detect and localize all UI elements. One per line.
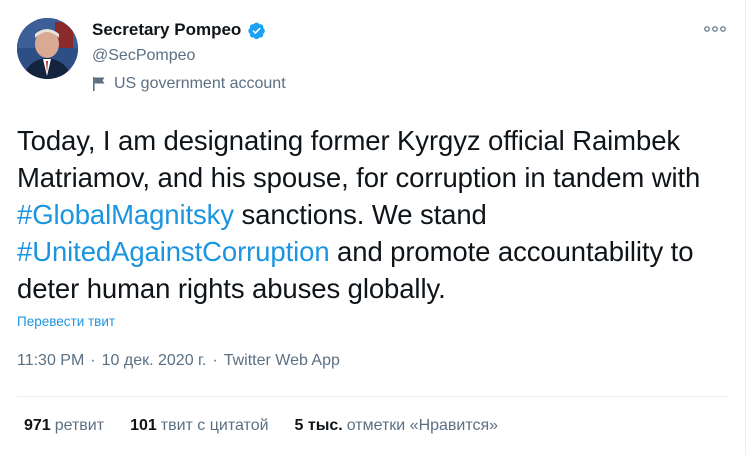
divider bbox=[17, 396, 729, 397]
translate-tweet-link[interactable]: Перевести твит bbox=[17, 314, 115, 329]
avatar[interactable] bbox=[17, 18, 78, 79]
likes-count: 5 тыс. bbox=[294, 417, 343, 434]
tweet-date[interactable]: 10 дек. 2020 г. bbox=[102, 352, 207, 370]
likes-label: отметки «Нравится» bbox=[346, 417, 499, 434]
tweet-time[interactable]: 11:30 PM bbox=[17, 352, 84, 370]
quote-tweets-stat[interactable]: 101 твит с цитатой bbox=[130, 417, 268, 435]
retweets-count: 971 bbox=[24, 417, 51, 434]
more-options-icon[interactable] bbox=[704, 22, 726, 36]
verified-badge-icon bbox=[248, 22, 266, 39]
quotes-label: твит с цитатой bbox=[160, 417, 269, 434]
meta-separator: · bbox=[90, 352, 96, 369]
flag-icon bbox=[93, 77, 105, 91]
user-handle[interactable]: @SecPompeo bbox=[92, 47, 195, 65]
author-name-row[interactable]: Secretary Pompeo bbox=[92, 20, 266, 40]
tweet-text-segment: sanctions. We stand bbox=[233, 199, 487, 230]
meta-separator: · bbox=[212, 352, 218, 369]
tweet-text-segment: Today, I am designating former Kyrgyz of… bbox=[17, 125, 701, 193]
tweet-text: Today, I am designating former Kyrgyz of… bbox=[17, 122, 729, 307]
tweet-source-app[interactable]: Twitter Web App bbox=[224, 352, 340, 370]
government-label-text: US government account bbox=[114, 75, 286, 92]
tweet-metadata: 11:30 PM · 10 дек. 2020 г. · Twitter Web… bbox=[17, 352, 340, 370]
hashtag-link[interactable]: #UnitedAgainstCorruption bbox=[17, 236, 330, 267]
hashtag-link[interactable]: #GlobalMagnitsky bbox=[17, 199, 234, 230]
display-name[interactable]: Secretary Pompeo bbox=[92, 20, 241, 40]
government-account-label[interactable]: US government account bbox=[92, 75, 286, 93]
retweets-stat[interactable]: 971 ретвит bbox=[24, 417, 104, 435]
quotes-count: 101 bbox=[130, 417, 157, 434]
avatar-image bbox=[17, 18, 78, 79]
tweet-stats: 971 ретвит 101 твит с цитатой 5 тыс. отметк… bbox=[24, 417, 498, 435]
tweet-card: Secretary Pompeo @SecPompeo US governmen… bbox=[0, 0, 746, 455]
retweets-label: ретвит bbox=[54, 417, 105, 434]
likes-stat[interactable]: 5 тыс. отметки «Нравится» bbox=[295, 417, 499, 435]
